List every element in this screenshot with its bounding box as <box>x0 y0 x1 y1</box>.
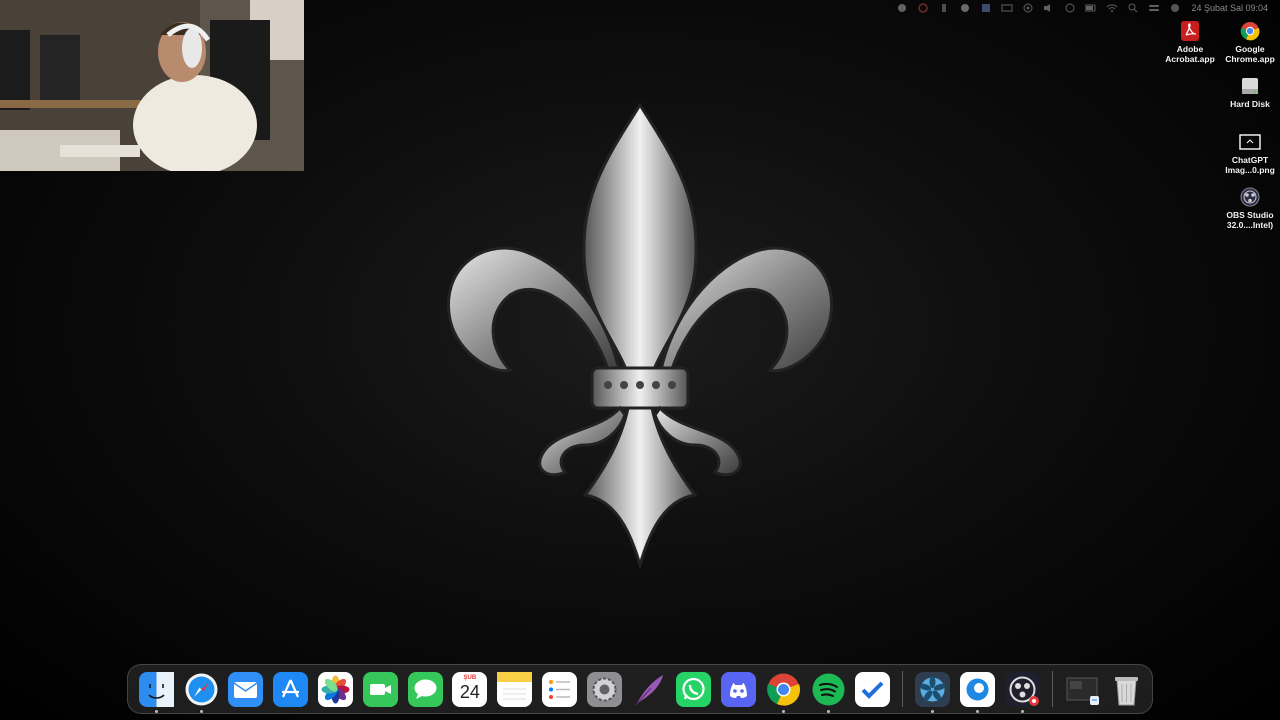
dock-app-obs-studio[interactable] <box>1004 671 1040 713</box>
chrome-icon <box>766 673 800 706</box>
desktop-icon-label: OBS Studio 32.0....Intel) <box>1226 210 1274 230</box>
running-indicator <box>826 709 830 713</box>
finder-icon <box>138 671 174 707</box>
dock-app-safari[interactable] <box>184 672 219 713</box>
running-indicator <box>975 709 979 713</box>
downloads-stack-icon <box>1066 677 1099 705</box>
obs-icon <box>1004 671 1040 707</box>
dock-app-finder[interactable] <box>138 671 174 713</box>
dock-app-discord[interactable] <box>721 671 757 707</box>
facetime-icon <box>362 671 398 707</box>
dock-app-reminders[interactable] <box>541 671 577 707</box>
dock-app-facetime[interactable] <box>362 671 398 707</box>
fan-icon <box>915 671 951 707</box>
desktop-icon-label: Adobe Acrobat.app <box>1165 44 1215 64</box>
running-indicator <box>781 709 785 713</box>
calendar-day: 24 <box>459 681 480 702</box>
desktop-icon-label: ChatGPT Imag...0.png <box>1225 155 1275 175</box>
messages-icon <box>407 671 443 707</box>
settings-icon <box>586 671 622 707</box>
control-center-icon[interactable] <box>1148 3 1160 13</box>
running-indicator <box>931 709 935 713</box>
desktop-icon-label: Google Chrome.app <box>1225 44 1275 64</box>
dock-app-notes[interactable] <box>497 671 533 707</box>
discord-icon <box>721 671 757 707</box>
desktop-icon-obs-studio[interactable]: OBS Studio 32.0....Intel) <box>1220 186 1280 230</box>
chrome-icon <box>1239 20 1261 42</box>
obs-icon <box>1239 186 1261 208</box>
dock-separator <box>902 671 904 707</box>
siri-icon[interactable] <box>1169 3 1181 13</box>
dock-app-downloads-stack[interactable] <box>1065 672 1100 707</box>
desktop-icon-label: Hard Disk <box>1230 99 1270 109</box>
display-icon[interactable] <box>980 3 992 13</box>
webcam-feed <box>0 0 304 171</box>
desktop-icon-adobe-acrobat[interactable]: Adobe Acrobat.app <box>1160 20 1220 64</box>
edge-icon <box>959 671 995 707</box>
calendar-month: ŞUB <box>463 674 477 681</box>
dock-app-whatsapp[interactable] <box>676 671 712 707</box>
keyboard-icon[interactable] <box>1001 3 1013 13</box>
user-icon[interactable] <box>1064 3 1076 13</box>
dock-app-spotify[interactable] <box>811 672 846 713</box>
search-icon[interactable] <box>1127 3 1139 13</box>
dock-app-mail[interactable] <box>228 671 264 707</box>
photos-icon <box>318 671 354 707</box>
webcam-overlay <box>0 0 304 171</box>
menubar-clock[interactable]: 24 Şubat Sal 09:04 <box>1191 3 1268 13</box>
hard-disk-icon <box>1239 75 1261 97</box>
battery-icon[interactable] <box>1085 3 1097 13</box>
dock-app-macs-fan-control[interactable] <box>915 671 951 713</box>
dock-app-trash[interactable] <box>1109 672 1144 707</box>
creative-cloud-icon[interactable] <box>896 3 908 13</box>
desktop-icon-google-chrome[interactable]: Google Chrome.app <box>1220 20 1280 64</box>
desktop-icon-hard-disk[interactable]: Hard Disk <box>1220 75 1280 109</box>
running-indicator <box>1020 709 1024 713</box>
wifi-icon[interactable] <box>1106 3 1118 13</box>
spotify-icon <box>812 673 845 705</box>
app-store-icon <box>273 671 309 707</box>
dock-app-calendar[interactable]: ŞUB 24 <box>452 671 488 707</box>
image-file-icon <box>1239 131 1261 153</box>
dock-app-photos[interactable] <box>318 671 354 707</box>
dock-app-system-settings[interactable] <box>586 671 622 707</box>
dock-app-app-store[interactable] <box>273 671 309 707</box>
dock-app-quill[interactable] <box>631 672 666 707</box>
fleur-de-lis-wallpaper <box>447 102 833 570</box>
notes-icon <box>497 671 533 707</box>
dock-app-chrome[interactable] <box>766 672 801 713</box>
quill-icon <box>636 674 664 705</box>
play-icon[interactable] <box>1022 3 1034 13</box>
dock: ŞUB 24 <box>127 664 1153 714</box>
checkmark-icon <box>855 671 891 707</box>
screen-record-icon[interactable] <box>917 3 929 13</box>
volume-icon[interactable] <box>1043 3 1055 13</box>
vpn-icon[interactable] <box>959 3 971 13</box>
trash-icon <box>1115 676 1139 705</box>
whatsapp-icon <box>676 671 712 707</box>
reminders-icon <box>541 671 577 707</box>
desktop-icons: Adobe Acrobat.app Google Chrome.app Hard… <box>1160 20 1280 250</box>
dock-app-messages[interactable] <box>407 671 443 707</box>
running-indicator <box>154 709 158 713</box>
running-indicator <box>199 709 203 713</box>
dock-app-tasks[interactable] <box>855 671 891 707</box>
dock-app-edge[interactable] <box>959 671 995 713</box>
battery-small-icon[interactable] <box>938 3 950 13</box>
desktop-icon-chatgpt-image[interactable]: ChatGPT Imag...0.png <box>1220 131 1280 175</box>
safari-icon <box>185 673 218 705</box>
dock-separator <box>1051 671 1053 707</box>
status-icons <box>896 3 1181 13</box>
mail-icon <box>228 671 264 707</box>
acrobat-icon <box>1179 20 1201 42</box>
